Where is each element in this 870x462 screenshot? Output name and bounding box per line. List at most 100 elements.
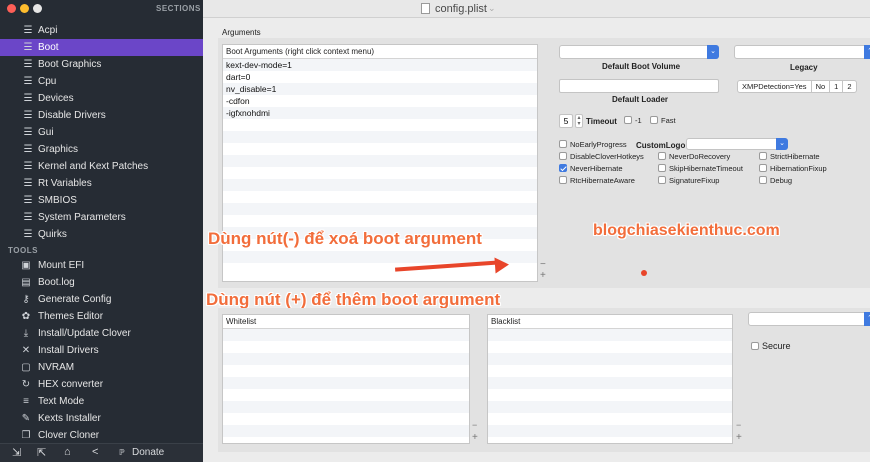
tool-item-clover-cloner[interactable]: ❐ Clover Cloner [0, 427, 203, 444]
list-row[interactable] [223, 329, 469, 341]
list-row[interactable] [488, 353, 732, 365]
sidebar-item-boot-graphics[interactable]: ☰ Boot Graphics [0, 56, 203, 73]
argument-row[interactable]: dart=0 [223, 71, 537, 83]
list-row[interactable] [488, 389, 732, 401]
checkbox-neverhibernate[interactable]: NeverHibernate [559, 164, 623, 174]
donate-button[interactable]: Donate [132, 447, 164, 458]
default-loader-field[interactable] [559, 79, 719, 93]
checkbox-stricthibernate[interactable]: StrictHibernate [759, 152, 820, 162]
argument-row[interactable]: -cdfon [223, 95, 537, 107]
checkbox-rtchibernateaware[interactable]: RtcHibernateAware [559, 176, 635, 186]
sidebar-item-kernel-and-kext-patches[interactable]: ☰ Kernel and Kext Patches [0, 158, 203, 175]
checkbox-neverdorecovery[interactable]: NeverDoRecovery [658, 152, 730, 162]
list-row[interactable] [223, 389, 469, 401]
secure-checkbox[interactable]: Secure [751, 341, 791, 351]
home-icon[interactable]: ⌂ [64, 446, 71, 458]
argument-row[interactable]: -igfxnohdmi [223, 107, 537, 119]
list-row[interactable] [223, 425, 469, 437]
sidebar-item-boot[interactable]: ☰ Boot [0, 39, 203, 56]
argument-row[interactable]: kext-dev-mode=1 [223, 59, 537, 71]
argument-row[interactable] [223, 179, 537, 191]
security-select[interactable]: ⌃ [748, 312, 870, 326]
list-row[interactable] [223, 365, 469, 377]
remove-argument-button[interactable]: − [540, 259, 546, 270]
xmp-no-segment[interactable]: No [812, 81, 831, 92]
sidebar-item-gui[interactable]: ☰ Gui [0, 124, 203, 141]
list-row[interactable] [223, 353, 469, 365]
zoom-window-icon[interactable] [33, 4, 42, 13]
tool-item-kexts-installer[interactable]: ✎ Kexts Installer [0, 410, 203, 427]
list-row[interactable] [223, 377, 469, 389]
checkbox-disablecloverhotkeys[interactable]: DisableCloverHotkeys [559, 152, 644, 162]
boot-arguments-header: Boot Arguments (right click context menu… [223, 45, 537, 59]
list-row[interactable] [488, 401, 732, 413]
close-window-icon[interactable] [7, 4, 16, 13]
argument-row[interactable] [223, 203, 537, 215]
add-blacklist-button[interactable]: + [736, 432, 742, 443]
tool-item-install-drivers[interactable]: ✕ Install Drivers [0, 342, 203, 359]
list-row[interactable] [488, 377, 732, 389]
list-row[interactable] [488, 341, 732, 353]
title-chevron-icon[interactable]: ⌄ [488, 3, 496, 14]
argument-row[interactable] [223, 167, 537, 179]
copy-icon: ❐ [21, 430, 31, 441]
list-row[interactable] [223, 413, 469, 425]
default-boot-volume-select[interactable]: ⌄ [559, 45, 719, 59]
sidebar-item-devices[interactable]: ☰ Devices [0, 90, 203, 107]
timeout-field[interactable]: 5 [559, 114, 573, 128]
sidebar-item-acpi[interactable]: ☰ Acpi [0, 22, 203, 39]
legacy-select[interactable]: ⌃ [734, 45, 870, 59]
tool-item-themes-editor[interactable]: ✿ Themes Editor [0, 308, 203, 325]
checkbox-skiphibernatetimeout[interactable]: SkipHibernateTimeout [658, 164, 743, 174]
tool-item-hex-converter[interactable]: ↻ HEX converter [0, 376, 203, 393]
timeout-stepper[interactable]: ▴ ▾ [575, 114, 583, 128]
tool-item-generate-config[interactable]: ⚷ Generate Config [0, 291, 203, 308]
sidebar-item-graphics[interactable]: ☰ Graphics [0, 141, 203, 158]
tool-item-nvram[interactable]: ▢ NVRAM [0, 359, 203, 376]
add-argument-button[interactable]: + [540, 270, 546, 281]
argument-row[interactable] [223, 143, 537, 155]
list-row[interactable] [488, 365, 732, 377]
blacklist-list[interactable]: Blacklist [487, 314, 733, 444]
share-icon[interactable]: < [92, 446, 98, 458]
remove-blacklist-button[interactable]: − [736, 420, 741, 430]
list-row[interactable] [223, 401, 469, 413]
argument-row[interactable] [223, 155, 537, 167]
argument-row[interactable]: nv_disable=1 [223, 83, 537, 95]
sidebar-item-disable-drivers[interactable]: ☰ Disable Drivers [0, 107, 203, 124]
tool-item-boot-log[interactable]: ▤ Boot.log [0, 274, 203, 291]
argument-row[interactable] [223, 119, 537, 131]
list-row[interactable] [488, 329, 732, 341]
xmp-detection-segmented[interactable]: XMPDetection=Yes No 1 2 [737, 80, 857, 93]
checkbox-hibernationfixup[interactable]: HibernationFixup [759, 164, 827, 174]
list-row[interactable] [488, 413, 732, 425]
custom-logo-select[interactable]: ⌄ [686, 138, 788, 150]
sidebar-item-smbios[interactable]: ☰ SMBIOS [0, 192, 203, 209]
argument-row[interactable] [223, 191, 537, 203]
fast-checkbox[interactable]: Fast [650, 116, 676, 126]
xmp-yes-segment[interactable]: XMPDetection=Yes [738, 81, 812, 92]
xmp-2-segment[interactable]: 2 [843, 81, 855, 92]
minus-one-checkbox[interactable]: -1 [624, 116, 642, 126]
export-icon[interactable]: ⇱ [37, 446, 46, 459]
remove-whitelist-button[interactable]: − [472, 420, 477, 430]
argument-row[interactable] [223, 131, 537, 143]
no-early-progress-checkbox[interactable]: NoEarlyProgress [559, 140, 627, 150]
sidebar-item-rt-variables[interactable]: ☰ Rt Variables [0, 175, 203, 192]
sidebar-item-system-parameters[interactable]: ☰ System Parameters [0, 209, 203, 226]
tool-item-text-mode[interactable]: ≡ Text Mode [0, 393, 203, 410]
sidebar-item-cpu[interactable]: ☰ Cpu [0, 73, 203, 90]
tool-item-install-update-clover[interactable]: ⤓ Install/Update Clover [0, 325, 203, 342]
list-row[interactable] [488, 425, 732, 437]
whitelist-list[interactable]: Whitelist [222, 314, 470, 444]
argument-row[interactable] [223, 215, 537, 227]
checkbox-debug[interactable]: Debug [759, 176, 792, 186]
tool-item-mount-efi[interactable]: ▣ Mount EFI [0, 257, 203, 274]
xmp-1-segment[interactable]: 1 [830, 81, 844, 92]
list-row[interactable] [223, 341, 469, 353]
add-whitelist-button[interactable]: + [472, 432, 478, 443]
checkbox-signaturefixup[interactable]: SignatureFixup [658, 176, 719, 186]
import-icon[interactable]: ⇲ [12, 446, 21, 459]
sidebar-item-quirks[interactable]: ☰ Quirks [0, 226, 203, 243]
minimize-window-icon[interactable] [20, 4, 29, 13]
